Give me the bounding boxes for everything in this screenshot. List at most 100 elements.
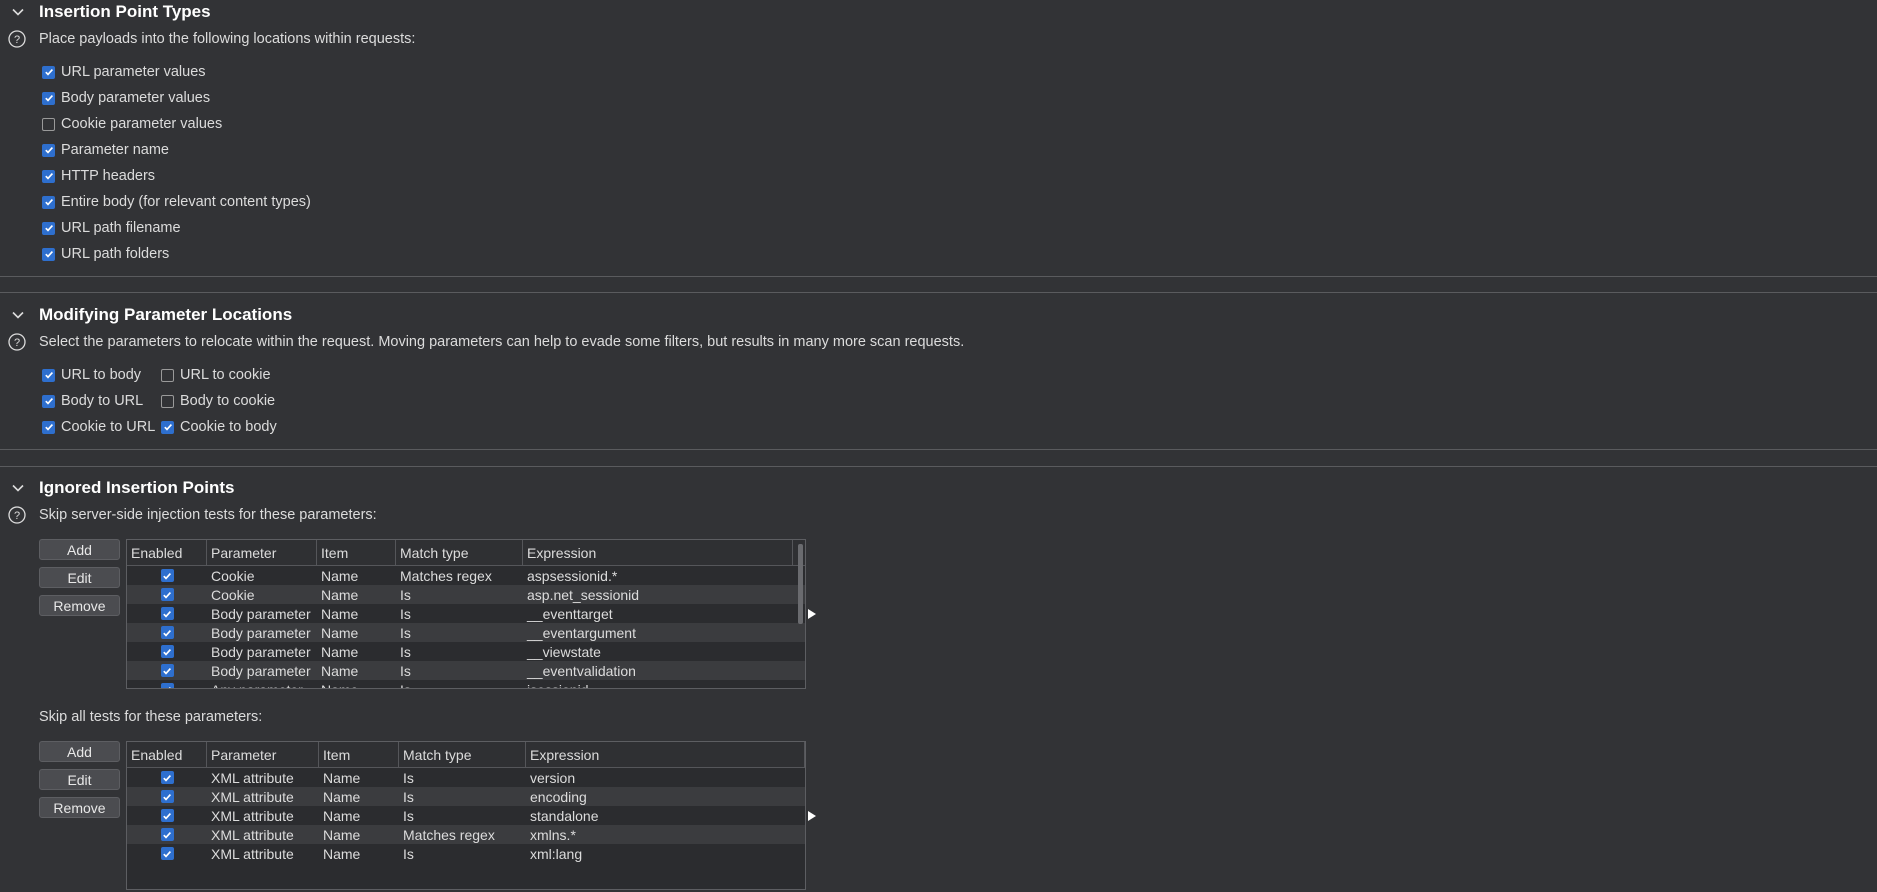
checkbox[interactable] <box>160 588 174 601</box>
help-circle-icon[interactable]: ? <box>8 506 26 524</box>
relocation-option[interactable]: URL to cookie <box>161 367 271 383</box>
chevron-down-icon[interactable] <box>10 307 26 323</box>
checkbox[interactable] <box>160 683 174 688</box>
enabled-cell[interactable] <box>127 806 207 825</box>
table-row[interactable]: XML attribute Name Is encoding <box>127 787 805 806</box>
edit-button[interactable]: Edit <box>39 769 120 790</box>
relocation-option[interactable]: Body to cookie <box>161 393 275 409</box>
triangle-right-icon[interactable] <box>808 811 816 821</box>
checkbox[interactable] <box>42 91 55 105</box>
checkbox[interactable] <box>42 65 55 79</box>
column-header[interactable]: Parameter <box>207 540 317 565</box>
checkbox[interactable] <box>160 790 174 803</box>
enabled-cell[interactable] <box>127 844 207 863</box>
checkbox[interactable] <box>42 420 55 434</box>
enabled-cell[interactable] <box>127 787 207 806</box>
table-row[interactable]: Cookie Name Matches regex aspsessionid.* <box>127 566 805 585</box>
relocation-option[interactable]: Body to URL <box>42 393 143 409</box>
table-row[interactable]: XML attribute Name Is version <box>127 768 805 787</box>
enabled-cell[interactable] <box>127 768 207 787</box>
insertion-option[interactable]: URL parameter values <box>42 64 206 80</box>
enabled-cell[interactable] <box>127 680 207 688</box>
checkbox[interactable] <box>161 368 174 382</box>
section-description: Skip server-side injection tests for the… <box>39 507 377 523</box>
divider <box>0 449 1877 450</box>
checkbox[interactable] <box>42 221 55 235</box>
insertion-option[interactable]: Cookie parameter values <box>42 116 222 132</box>
help-circle-icon[interactable]: ? <box>8 333 26 351</box>
item-cell: Name <box>321 662 359 679</box>
insertion-option[interactable]: Parameter name <box>42 142 169 158</box>
parameter-cell: Any parameter <box>207 680 317 689</box>
insertion-option[interactable]: Entire body (for relevant content types) <box>42 194 311 210</box>
checkbox[interactable] <box>42 169 55 183</box>
column-header[interactable]: Item <box>319 742 399 767</box>
add-button[interactable]: Add <box>39 539 120 560</box>
table-row[interactable]: Body parameter Name Is __viewstate <box>127 642 805 661</box>
checkbox[interactable] <box>160 828 174 841</box>
column-header[interactable]: Match type <box>399 742 526 767</box>
triangle-right-icon[interactable] <box>808 609 816 619</box>
checkbox[interactable] <box>42 195 55 209</box>
add-button[interactable]: Add <box>39 741 120 762</box>
table-row[interactable]: Body parameter Name Is __eventtarget <box>127 604 805 623</box>
enabled-cell[interactable] <box>127 661 207 680</box>
checkbox[interactable] <box>161 420 174 434</box>
check-icon <box>44 424 53 431</box>
enabled-cell[interactable] <box>127 604 207 623</box>
checkbox[interactable] <box>160 771 174 784</box>
checkbox[interactable] <box>160 664 174 677</box>
help-circle-icon[interactable]: ? <box>8 30 26 48</box>
enabled-cell[interactable] <box>127 623 207 642</box>
enabled-cell[interactable] <box>127 642 207 661</box>
relocation-option[interactable]: Cookie to body <box>161 419 277 435</box>
enabled-cell[interactable] <box>127 585 207 604</box>
enabled-cell[interactable] <box>127 566 207 585</box>
check-icon <box>44 199 53 206</box>
remove-button[interactable]: Remove <box>39 595 120 616</box>
checkbox[interactable] <box>42 117 55 131</box>
checkbox[interactable] <box>160 847 174 860</box>
checkbox[interactable] <box>160 809 174 822</box>
column-header[interactable]: Parameter <box>207 742 319 767</box>
column-header[interactable]: Expression <box>526 742 805 767</box>
checkbox[interactable] <box>160 626 174 639</box>
checkbox[interactable] <box>160 645 174 658</box>
checkbox[interactable] <box>160 607 174 620</box>
table-row[interactable]: Cookie Name Is asp.net_sessionid <box>127 585 805 604</box>
check-icon <box>44 147 53 154</box>
chevron-down-icon[interactable] <box>10 4 26 20</box>
check-icon <box>163 424 172 431</box>
checkbox[interactable] <box>160 569 174 582</box>
scrollbar[interactable] <box>798 544 803 624</box>
match-cell: Matches regex <box>400 567 492 584</box>
insertion-option[interactable]: Body parameter values <box>42 90 210 106</box>
table-row[interactable]: Body parameter Name Is __eventargument <box>127 623 805 642</box>
option-label: URL path filename <box>61 220 181 236</box>
table-row[interactable]: XML attribute Name Is standalone <box>127 806 805 825</box>
column-header[interactable]: Match type <box>396 540 523 565</box>
insertion-option[interactable]: URL path filename <box>42 220 181 236</box>
table-row[interactable]: Body parameter Name Is __eventvalidation <box>127 661 805 680</box>
remove-button[interactable]: Remove <box>39 797 120 818</box>
checkbox[interactable] <box>42 143 55 157</box>
column-header[interactable]: Enabled <box>127 742 207 767</box>
checkbox[interactable] <box>161 394 174 408</box>
insertion-option[interactable]: HTTP headers <box>42 168 155 184</box>
chevron-down-icon[interactable] <box>10 480 26 496</box>
table-row[interactable]: XML attribute Name Is xml:lang <box>127 844 805 863</box>
relocation-option[interactable]: Cookie to URL <box>42 419 155 435</box>
checkbox[interactable] <box>42 394 55 408</box>
checkbox[interactable] <box>42 247 55 261</box>
column-header[interactable]: Expression <box>523 540 793 565</box>
column-header[interactable]: Enabled <box>127 540 207 565</box>
checkbox[interactable] <box>42 368 55 382</box>
enabled-cell[interactable] <box>127 825 207 844</box>
edit-button[interactable]: Edit <box>39 567 120 588</box>
check-icon <box>163 793 172 801</box>
column-header[interactable]: Item <box>317 540 396 565</box>
relocation-option[interactable]: URL to body <box>42 367 141 383</box>
table-row[interactable]: Any parameterNameIsjsessionid <box>127 680 805 689</box>
table-row[interactable]: XML attribute Name Matches regex xmlns.* <box>127 825 805 844</box>
insertion-option[interactable]: URL path folders <box>42 246 169 262</box>
